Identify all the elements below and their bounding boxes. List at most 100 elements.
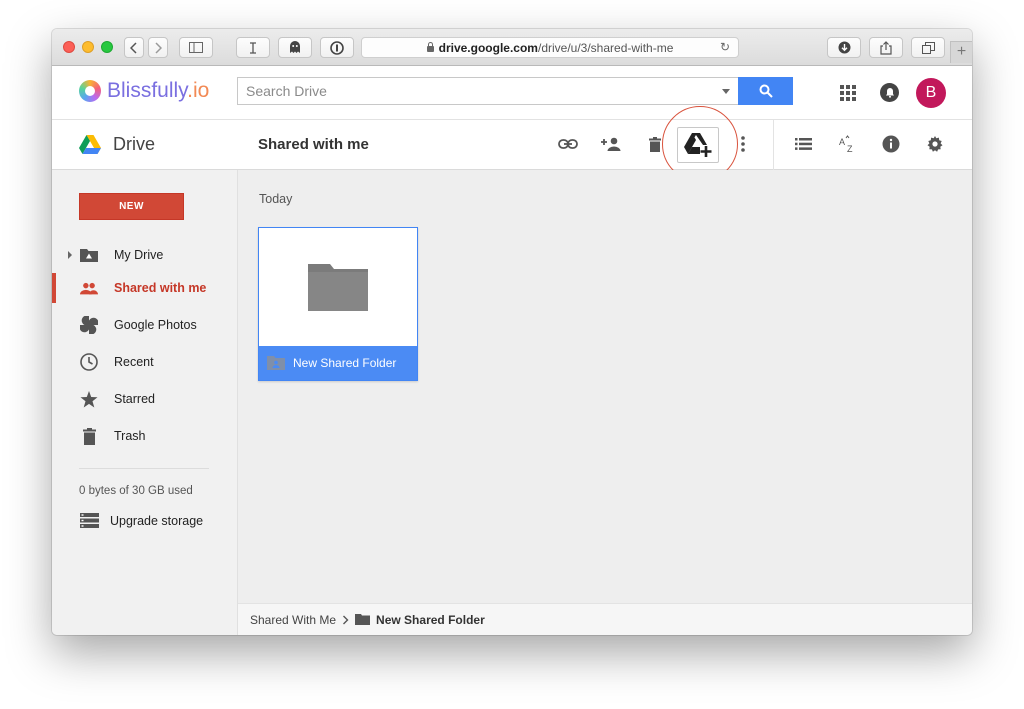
tabs-icon	[921, 41, 935, 54]
minimize-window-button[interactable]	[82, 41, 94, 53]
text-cursor-icon	[250, 41, 256, 54]
my-drive-icon	[80, 246, 98, 264]
section-heading: Today	[259, 192, 293, 206]
svg-text:Z: Z	[847, 144, 853, 153]
drive-toolbar: Drive Shared with me A Z	[52, 106, 972, 182]
sidebar-item-label: Trash	[114, 429, 146, 443]
sidebar-item-label: Starred	[114, 392, 155, 406]
ghostery-extension-button[interactable]	[278, 37, 312, 58]
more-vert-icon	[741, 136, 745, 152]
sort-az-icon: AZ	[839, 135, 853, 153]
file-list-area: Today New Shared Folder	[238, 170, 972, 603]
sidebar-item-my-drive[interactable]: My Drive	[52, 240, 238, 270]
sidebar-item-label: Shared with me	[114, 281, 207, 295]
breadcrumb: Shared With Me New Shared Folder	[238, 603, 972, 635]
sidebar-item-starred[interactable]: Starred	[52, 384, 238, 414]
more-actions-button[interactable]	[731, 132, 755, 156]
active-indicator	[52, 273, 56, 303]
folder-icon	[355, 614, 371, 625]
folder-name: New Shared Folder	[293, 356, 397, 370]
sidebar-item-label: My Drive	[114, 248, 164, 262]
browser-window: drive.google.com/drive/u/3/shared-with-m…	[52, 29, 972, 635]
sidebar-item-trash[interactable]: Trash	[52, 421, 238, 451]
logo-suffix-text: .io	[187, 79, 210, 102]
folder-icon	[308, 263, 368, 311]
onepassword-icon	[330, 40, 344, 55]
sidebar-item-label: Recent	[114, 355, 154, 369]
ghost-icon	[290, 41, 300, 53]
details-button[interactable]	[879, 132, 903, 156]
blissfully-logo[interactable]: Blissfully.io	[79, 79, 209, 103]
share-icon	[880, 40, 892, 55]
folder-tile[interactable]: New Shared Folder	[258, 227, 418, 381]
app-header: Blissfully.io B	[52, 66, 972, 120]
sort-button[interactable]: AZ	[835, 132, 859, 156]
close-window-button[interactable]	[63, 41, 75, 53]
page-title: Shared with me	[258, 136, 369, 153]
user-avatar[interactable]: B	[916, 78, 946, 108]
star-icon	[80, 390, 98, 408]
zoom-window-button[interactable]	[101, 41, 113, 53]
gear-icon	[927, 136, 943, 152]
chevron-right-icon	[155, 41, 162, 54]
list-view-button[interactable]	[791, 132, 815, 156]
forward-button[interactable]	[148, 37, 168, 58]
info-icon	[882, 135, 900, 153]
downloads-button[interactable]	[827, 37, 861, 58]
sidebar-item-google-photos[interactable]: Google Photos	[52, 310, 238, 340]
add-person-icon	[600, 137, 620, 151]
expand-arrow-icon[interactable]	[68, 251, 72, 259]
shared-people-icon	[80, 279, 98, 297]
add-to-my-drive-button[interactable]	[677, 127, 719, 163]
lock-icon	[426, 41, 434, 52]
google-drive-logo-icon	[79, 135, 101, 154]
blissfully-logo-icon	[79, 80, 101, 102]
notifications-bell-icon[interactable]	[880, 83, 899, 102]
url-host: drive.google.com	[438, 40, 538, 55]
breadcrumb-current[interactable]: New Shared Folder	[376, 613, 485, 627]
upgrade-storage-link[interactable]: Upgrade storage	[80, 513, 203, 528]
toolbar-divider	[773, 120, 774, 170]
new-tab-button[interactable]: +	[950, 41, 972, 63]
sidebar-item-recent[interactable]: Recent	[52, 347, 238, 377]
breadcrumb-root[interactable]: Shared With Me	[250, 613, 336, 627]
search-button[interactable]	[738, 77, 793, 105]
download-icon	[838, 41, 850, 54]
remove-button[interactable]	[643, 132, 667, 156]
get-link-button[interactable]	[556, 132, 580, 156]
svg-text:A: A	[839, 137, 845, 147]
link-icon	[558, 139, 578, 149]
search-input[interactable]	[238, 78, 698, 104]
browser-titlebar: drive.google.com/drive/u/3/shared-with-m…	[52, 29, 972, 66]
search-options-dropdown[interactable]	[722, 89, 730, 94]
search-box	[237, 77, 739, 105]
search-icon	[759, 84, 773, 98]
chevron-left-icon	[130, 41, 137, 54]
sidebar-toggle-button[interactable]	[179, 37, 213, 58]
apps-grid-icon[interactable]	[840, 85, 856, 101]
settings-button[interactable]	[923, 132, 947, 156]
tabs-overview-button[interactable]	[911, 37, 945, 58]
folder-name-bar: New Shared Folder	[259, 346, 417, 380]
pinwheel-icon	[80, 316, 98, 334]
address-bar[interactable]: drive.google.com/drive/u/3/shared-with-m…	[361, 37, 739, 58]
trash-icon	[649, 136, 661, 152]
sidebar-icon	[189, 42, 203, 53]
add-to-drive-icon	[684, 133, 712, 157]
sidebar-item-shared-with-me[interactable]: Shared with me	[52, 273, 238, 303]
share-people-button[interactable]	[599, 132, 623, 156]
logo-main-text: Blissfully	[107, 79, 188, 102]
reader-extension-button[interactable]	[236, 37, 270, 58]
share-button[interactable]	[869, 37, 903, 58]
trash-icon	[80, 427, 98, 445]
sidebar-item-label: Google Photos	[114, 318, 197, 332]
new-button[interactable]: NEW	[79, 193, 184, 220]
back-button[interactable]	[124, 37, 144, 58]
storage-icon	[80, 513, 99, 528]
chevron-right-icon	[343, 615, 349, 624]
password-extension-button[interactable]	[320, 37, 354, 58]
sidebar: NEW My Drive Shared with me Google Photo…	[52, 170, 238, 635]
reload-icon[interactable]: ↻	[720, 40, 730, 54]
drive-brand[interactable]: Drive	[79, 134, 155, 155]
drive-label: Drive	[113, 134, 156, 154]
